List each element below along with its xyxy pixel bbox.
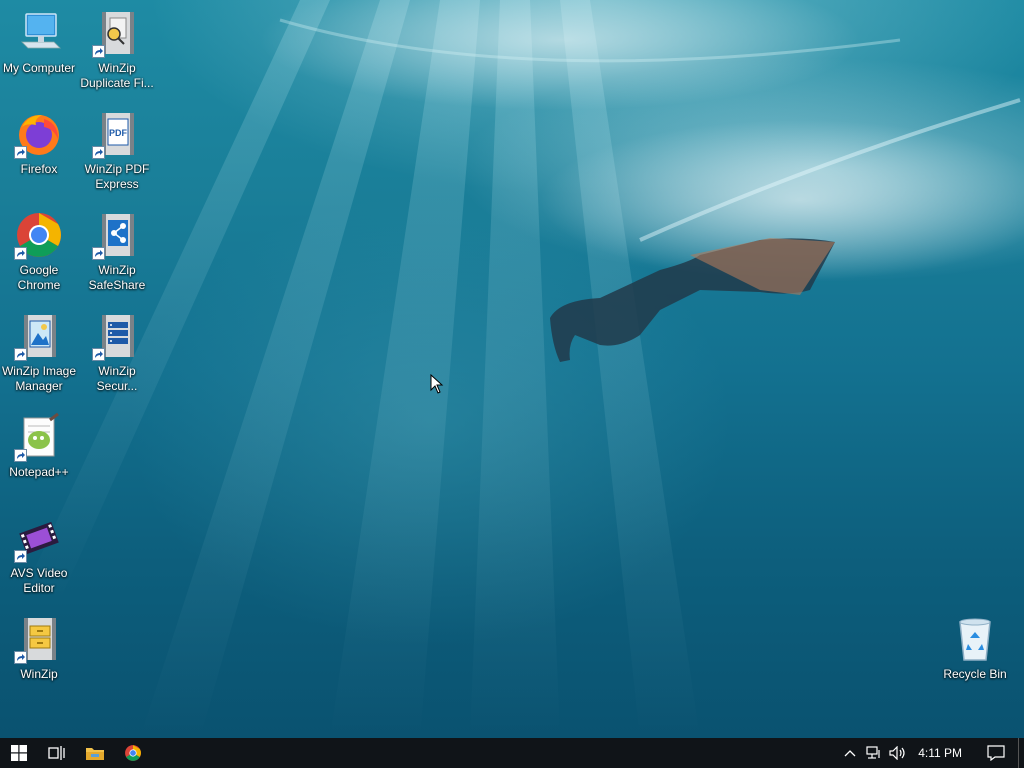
folder-icon [86,748,104,760]
shortcut-arrow-icon [92,146,105,159]
desktop-icon-winzip-image-manager[interactable]: WinZip Image Manager [0,305,78,401]
start-button[interactable] [0,738,38,768]
desktop-icon-label: WinZip Image Manager [1,364,77,393]
desktop-icon-label: Notepad++ [9,465,69,479]
desktop-icon-winzip-secure-backup[interactable]: WinZip Secur... [78,305,156,401]
taskbar: 4:11 PM [0,738,1024,768]
show-desktop-button[interactable] [1018,738,1024,768]
system-tray: 4:11 PM [838,738,1024,768]
shortcut-arrow-icon [92,247,105,260]
chevron-up-icon [844,750,856,757]
chrome-taskbar-button[interactable] [114,738,152,768]
desktop-icon-label: Firefox [20,162,58,176]
desktop-icon-recycle-bin[interactable]: Recycle Bin [936,608,1014,704]
shortcut-arrow-icon [14,651,27,664]
shortcut-arrow-icon [14,146,27,159]
network-icon [866,746,880,759]
computer-icon [21,13,61,49]
desktop-icon-winzip-pdf-express[interactable]: PDF WinZip PDF Express [78,103,156,199]
desktop-icon-firefox[interactable]: Firefox [0,103,78,199]
desktop-icon-label: WinZip Secur... [96,364,138,393]
shortcut-arrow-icon [14,247,27,260]
shortcut-arrow-icon [14,348,27,361]
desktop-icon-notepad-plus-plus[interactable]: Notepad++ [0,406,78,502]
desktop-icon-label: WinZip [20,667,58,681]
network-button[interactable] [862,738,886,768]
desktop-icon-avs-video-editor[interactable]: AVS Video Editor [0,507,78,603]
svg-text:PDF: PDF [109,128,128,138]
recycle-bin-icon [959,618,991,661]
file-explorer-button[interactable] [76,738,114,768]
desktop-icon-winzip-duplicate-finder[interactable]: WinZip Duplicate Fi... [78,2,156,98]
windows-logo-icon [11,745,27,761]
desktop-icon-label: WinZip Duplicate Fi... [80,61,154,90]
volume-icon [889,746,905,760]
show-hidden-icons-button[interactable] [838,738,862,768]
chrome-icon [125,745,141,761]
shortcut-arrow-icon [14,550,27,563]
desktop-icon-label: Google Chrome [17,263,61,292]
desktop-icon-label: Recycle Bin [943,667,1007,681]
desktop[interactable]: My Computer WinZip Duplicate Fi... Firef… [0,0,1024,738]
shortcut-arrow-icon [14,449,27,462]
shortcut-arrow-icon [92,348,105,361]
desktop-icon-label: WinZip SafeShare [88,263,146,292]
action-center-icon [987,745,1005,761]
task-view-icon [48,746,65,760]
desktop-icon-winzip-safeshare[interactable]: WinZip SafeShare [78,204,156,300]
task-view-button[interactable] [38,738,76,768]
desktop-icon-winzip[interactable]: WinZip [0,608,78,704]
desktop-icon-label: AVS Video Editor [10,566,68,595]
desktop-icon-label: WinZip PDF Express [84,162,150,191]
taskbar-clock[interactable]: 4:11 PM [910,746,974,760]
action-center-button[interactable] [974,738,1018,768]
shortcut-arrow-icon [92,45,105,58]
desktop-icon-google-chrome[interactable]: Google Chrome [0,204,78,300]
volume-button[interactable] [886,738,910,768]
desktop-icon-my-computer[interactable]: My Computer [0,2,78,98]
desktop-icon-label: My Computer [2,61,76,75]
mouse-cursor-icon [430,374,444,394]
